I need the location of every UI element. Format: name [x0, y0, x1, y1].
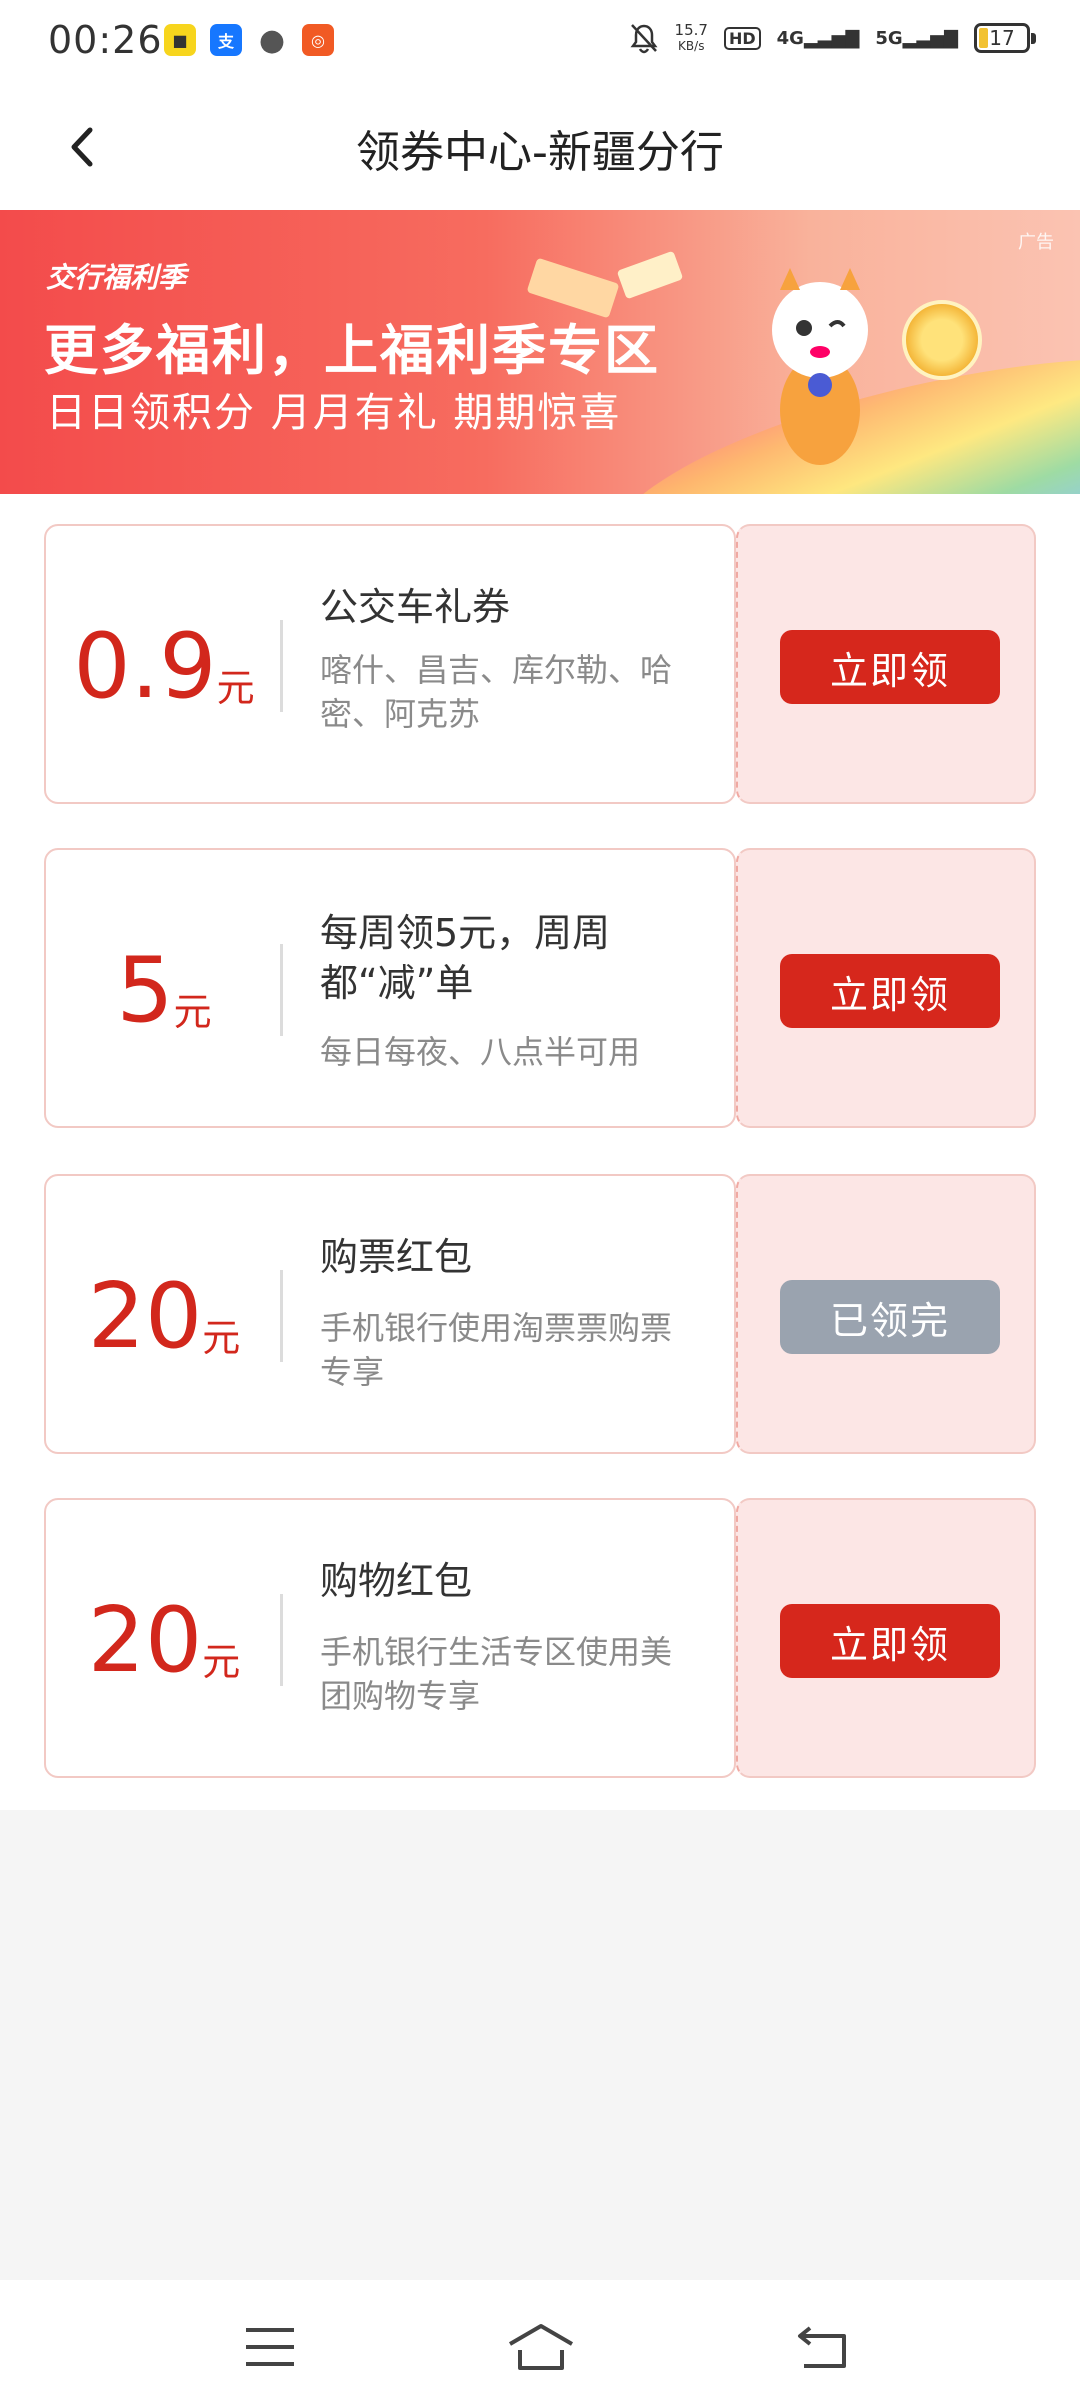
claimed-out-button[interactable]: 已领完 [780, 1280, 1000, 1354]
coin-decoration [902, 300, 982, 380]
coupon-desc: 手机银行使用淘票票购票专享 [320, 1309, 673, 1391]
coupon-action: 立即领 [736, 1498, 1036, 1778]
coupon-list: 0.9元 公交车礼券 喀什、昌吉、库尔勒、哈密、阿克苏 立即领 5元 每周领5元… [0, 494, 1080, 1810]
coupon-amount: 5元 [116, 938, 212, 1043]
notification-icons: ■ 支 ● ◎ [164, 22, 334, 58]
coupon-info: 20元 购票红包 手机银行使用淘票票购票专享 [44, 1174, 736, 1454]
banner-subtitle: 日日领积分 月月有礼 期期惊喜 [46, 390, 622, 436]
claim-button[interactable]: 立即领 [780, 1604, 1000, 1678]
coupon-amount: 20元 [87, 1264, 241, 1369]
signal-5g-icon: 5G▂▃▅▇ [875, 27, 958, 49]
coupon-action: 立即领 [736, 524, 1036, 804]
banner-brand: 交行福利季 [46, 261, 187, 294]
menu-icon[interactable] [240, 2320, 300, 2374]
coupon-info: 0.9元 公交车礼券 喀什、昌吉、库尔勒、哈密、阿克苏 [44, 524, 736, 804]
ad-label: 广告 [1018, 232, 1054, 253]
coupon-title: 公交车礼券 [320, 585, 511, 629]
coupon-amount: 20元 [87, 1588, 241, 1693]
divider [280, 1270, 283, 1362]
coupon-card: 5元 每周领5元，周周都“减”单 每日每夜、八点半可用 立即领 [44, 848, 1036, 1128]
divider [280, 944, 283, 1036]
home-icon[interactable] [506, 2320, 576, 2374]
claim-button[interactable]: 立即领 [780, 630, 1000, 704]
hd-icon: HD [723, 26, 761, 50]
coupon-desc: 每日每夜、八点半可用 [320, 1033, 641, 1071]
coupon-title: 购票红包 [320, 1235, 473, 1279]
coupon-action: 已领完 [736, 1174, 1036, 1454]
divider [280, 1594, 283, 1686]
coupon-desc: 喀什、昌吉、库尔勒、哈密、阿克苏 [320, 651, 673, 733]
coupon-title: 每周领5元，周周都“减”单 [320, 911, 611, 1005]
app-icon-yellow: ■ [164, 24, 196, 56]
status-time: 00:26 [48, 18, 163, 62]
back-icon[interactable] [794, 2320, 854, 2374]
chat-icon: ● [258, 22, 286, 58]
mute-bell-icon [630, 24, 658, 54]
coupon-info: 5元 每周领5元，周周都“减”单 每日每夜、八点半可用 [44, 848, 736, 1128]
banner-title: 更多福利，上福利季专区 [44, 319, 660, 382]
coupon-card: 20元 购物红包 手机银行生活专区使用美团购物专享 立即领 [44, 1498, 1036, 1778]
ticket-decoration [616, 250, 684, 300]
signal-4g-icon: 4G▂▃▅▇ [776, 27, 860, 49]
system-icons: 15.7 KB/s HD 4G▂▃▅▇ 5G▂▃▅▇ 17 [629, 21, 1036, 54]
status-bar: 00:26 ■ 支 ● ◎ 15.7 KB/s HD 4G▂▃▅▇ 5G▂▃▅▇… [0, 0, 1080, 84]
alipay-icon: 支 [210, 24, 242, 56]
orange-app-icon: ◎ [302, 24, 334, 56]
coupon-amount: 0.9元 [73, 614, 255, 719]
coupon-card: 20元 购票红包 手机银行使用淘票票购票专享 已领完 [44, 1174, 1036, 1454]
system-navigation-bar [0, 2280, 1080, 2408]
coupon-info: 20元 购物红包 手机银行生活专区使用美团购物专享 [44, 1498, 736, 1778]
battery-icon: 17 [974, 23, 1036, 53]
divider [280, 620, 283, 712]
coupon-title: 购物红包 [320, 1559, 473, 1603]
navigation-bar: 领券中心-新疆分行 [0, 84, 1080, 210]
page-title: 领券中心-新疆分行 [356, 127, 724, 178]
coupon-action: 立即领 [736, 848, 1036, 1128]
coupon-desc: 手机银行生活专区使用美团购物专享 [320, 1633, 673, 1715]
mascot-illustration [772, 268, 868, 465]
promo-banner[interactable]: 交行福利季 更多福利，上福利季专区 日日领积分 月月有礼 期期惊喜 广告 [0, 210, 1080, 494]
coupon-card: 0.9元 公交车礼券 喀什、昌吉、库尔勒、哈密、阿克苏 立即领 [44, 524, 1036, 804]
net-speed: 15.7 KB/s [674, 21, 708, 53]
claim-button[interactable]: 立即领 [780, 954, 1000, 1028]
